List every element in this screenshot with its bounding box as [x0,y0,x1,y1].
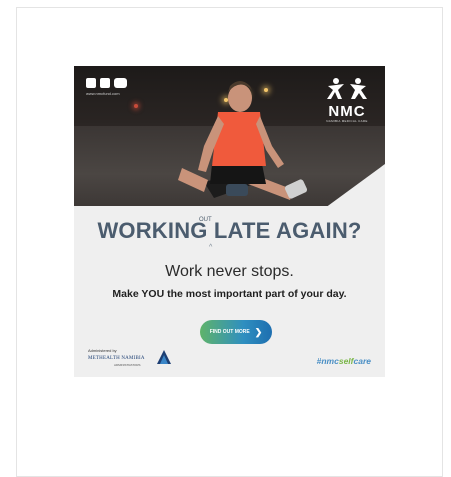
caret-mark: ^ [209,244,213,251]
nmc-tagline: NAMIBIA MEDICAL CARE [326,119,368,123]
cta-label: FIND OUT MORE [209,329,250,335]
find-out-more-button[interactable]: FIND OUT MORE ❯ [200,320,272,344]
facebook-icon[interactable] [86,78,96,88]
hashtag-prefix: #nmc [316,356,339,366]
administrator-name: METHEALTH NAMIBIA [88,356,145,361]
instagram-icon[interactable] [100,78,110,88]
people-figures-icon [319,78,375,104]
street-light [134,104,138,108]
ad-photo: www.nmcfund.com NMC NAMIBIA MEDICAL CARE [74,66,385,206]
headline: WORKING LATE AGAIN? [97,218,362,243]
hashtag-suffix: care [353,356,372,366]
hashtag: #nmcselfcare [317,356,371,366]
methealth-logo-icon [157,350,171,364]
tagline: Make YOU the most important part of your… [112,288,347,300]
youtube-icon[interactable] [114,78,127,88]
chevron-right-icon: ❯ [254,326,263,337]
social-icons [86,78,127,88]
hashtag-self: self [338,356,354,366]
ad-image[interactable]: www.nmcfund.com NMC NAMIBIA MEDICAL CARE… [74,66,385,377]
administrator-sub: ADMINISTRATORS [114,363,141,367]
nmc-brand: NMC [328,103,366,120]
admin-label: Administered by [88,348,117,353]
tired-runner-illustration [178,81,308,200]
subheadline: Work never stops. [165,263,294,280]
site-url: www.nmcfund.com [86,91,120,96]
nmc-logo: NMC NAMIBIA MEDICAL CARE [319,78,375,123]
corner-wedge [325,164,385,206]
